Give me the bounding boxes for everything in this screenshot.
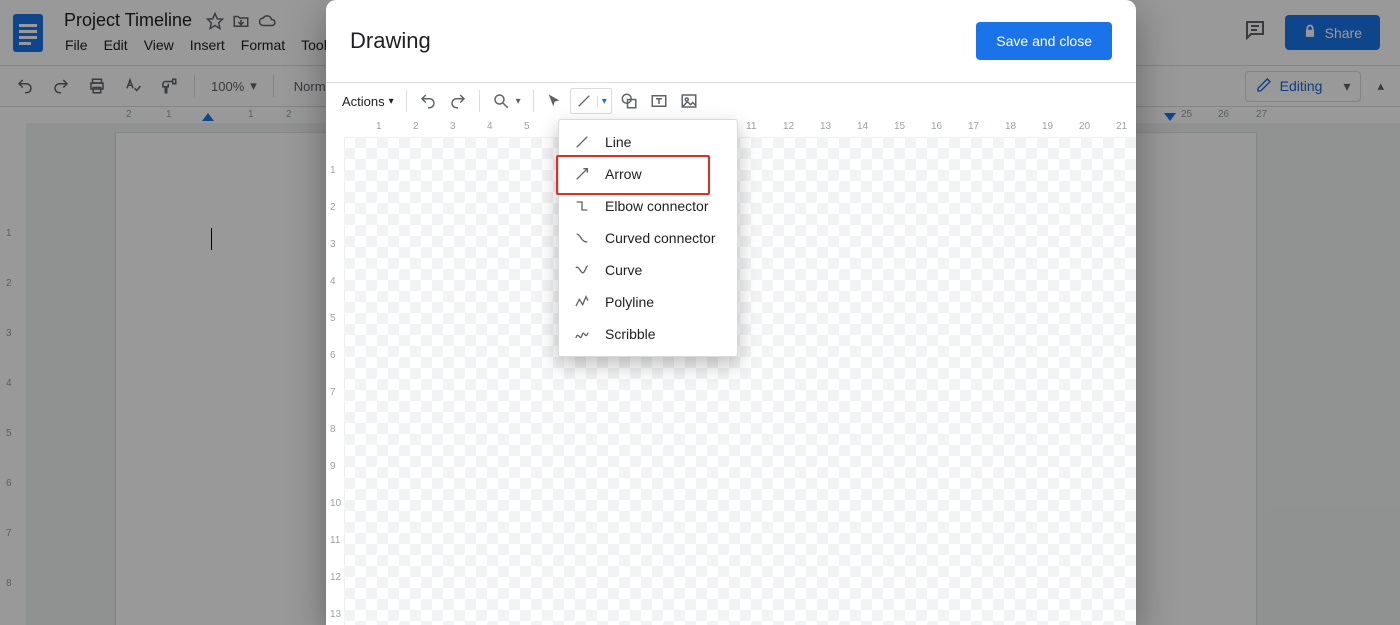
ruler-mark: 19 bbox=[1042, 121, 1053, 132]
ruler-mark: 4 bbox=[330, 276, 336, 287]
ruler-mark: 5 bbox=[524, 121, 530, 132]
actions-menu[interactable]: Actions ▾ bbox=[338, 90, 398, 113]
ruler-mark: 3 bbox=[450, 121, 456, 132]
ruler-mark: 3 bbox=[330, 239, 336, 250]
actions-label: Actions bbox=[342, 94, 385, 109]
ruler-mark: 11 bbox=[746, 121, 756, 132]
dialog-header: Drawing Save and close bbox=[326, 0, 1136, 82]
save-and-close-button[interactable]: Save and close bbox=[976, 22, 1112, 60]
line-menu-item-scribble[interactable]: Scribble bbox=[559, 318, 737, 350]
drawing-vertical-ruler: 12345678910111213 bbox=[326, 137, 345, 625]
scribble-icon bbox=[573, 325, 591, 343]
shape-tool[interactable] bbox=[616, 88, 642, 114]
ruler-mark: 5 bbox=[330, 313, 336, 324]
line-menu-item-polyline[interactable]: Polyline bbox=[559, 286, 737, 318]
dialog-title: Drawing bbox=[350, 28, 431, 54]
curved-connector-icon bbox=[573, 229, 591, 247]
ruler-mark: 17 bbox=[968, 121, 979, 132]
select-tool[interactable] bbox=[542, 89, 566, 113]
textbox-tool[interactable] bbox=[646, 88, 672, 114]
line-menu-item-elbow-connector[interactable]: Elbow connector bbox=[559, 190, 737, 222]
drawing-zoom-button[interactable]: ▾ bbox=[488, 88, 525, 114]
google-docs-shell: Project Timeline File Edit View Insert F… bbox=[0, 0, 1400, 625]
curve-icon bbox=[573, 261, 591, 279]
ruler-mark: 9 bbox=[330, 461, 336, 472]
polyline-icon bbox=[573, 293, 591, 311]
ruler-mark: 18 bbox=[1005, 121, 1016, 132]
line-menu-label: Curved connector bbox=[605, 230, 716, 246]
ruler-mark: 2 bbox=[330, 202, 336, 213]
line-menu-label: Arrow bbox=[605, 166, 642, 182]
line-menu-item-arrow[interactable]: Arrow bbox=[559, 158, 737, 190]
ruler-mark: 1 bbox=[376, 121, 382, 132]
drawing-redo-button[interactable] bbox=[445, 88, 471, 114]
drawing-undo-button[interactable] bbox=[415, 88, 441, 114]
line-menu-item-line[interactable]: Line bbox=[559, 126, 737, 158]
ruler-mark: 11 bbox=[330, 535, 340, 546]
chevron-down-icon: ▾ bbox=[389, 96, 394, 107]
ruler-mark: 21 bbox=[1116, 121, 1127, 132]
arrow-icon bbox=[573, 165, 591, 183]
ruler-mark: 14 bbox=[857, 121, 868, 132]
chevron-down-icon: ▾ bbox=[516, 96, 521, 107]
ruler-mark: 13 bbox=[330, 609, 341, 620]
line-tool[interactable]: ▾ bbox=[570, 88, 612, 114]
ruler-mark: 15 bbox=[894, 121, 905, 132]
ruler-mark: 20 bbox=[1079, 121, 1090, 132]
ruler-mark: 12 bbox=[330, 572, 341, 583]
ruler-mark: 1 bbox=[330, 165, 336, 176]
line-menu-item-curve[interactable]: Curve bbox=[559, 254, 737, 286]
drawing-horizontal-ruler: 123456789101112131415161718192021 bbox=[344, 119, 1136, 138]
chevron-down-icon: ▾ bbox=[602, 96, 607, 107]
line-menu-label: Polyline bbox=[605, 294, 654, 310]
line-menu-label: Curve bbox=[605, 262, 642, 278]
elbow-icon bbox=[573, 197, 591, 215]
ruler-mark: 8 bbox=[330, 424, 336, 435]
line-tool-main[interactable] bbox=[571, 93, 597, 109]
ruler-mark: 13 bbox=[820, 121, 831, 132]
drawing-toolbar: Actions ▾ ▾ ▾ bbox=[326, 82, 1136, 120]
ruler-mark: 7 bbox=[330, 387, 336, 398]
line-tool-dropdown[interactable]: ▾ bbox=[597, 96, 611, 107]
ruler-mark: 10 bbox=[330, 498, 341, 509]
line-icon bbox=[573, 133, 591, 151]
line-menu-item-curved-connector[interactable]: Curved connector bbox=[559, 222, 737, 254]
line-menu-label: Scribble bbox=[605, 326, 656, 342]
drawing-canvas[interactable] bbox=[344, 137, 1136, 625]
image-tool[interactable] bbox=[676, 88, 702, 114]
line-tool-menu: Line Arrow Elbow connector Curved connector… bbox=[558, 119, 738, 357]
ruler-mark: 2 bbox=[413, 121, 419, 132]
ruler-mark: 12 bbox=[783, 121, 794, 132]
ruler-mark: 6 bbox=[330, 350, 336, 361]
line-menu-label: Elbow connector bbox=[605, 198, 709, 214]
ruler-mark: 4 bbox=[487, 121, 493, 132]
ruler-mark: 16 bbox=[931, 121, 942, 132]
line-menu-label: Line bbox=[605, 134, 631, 150]
